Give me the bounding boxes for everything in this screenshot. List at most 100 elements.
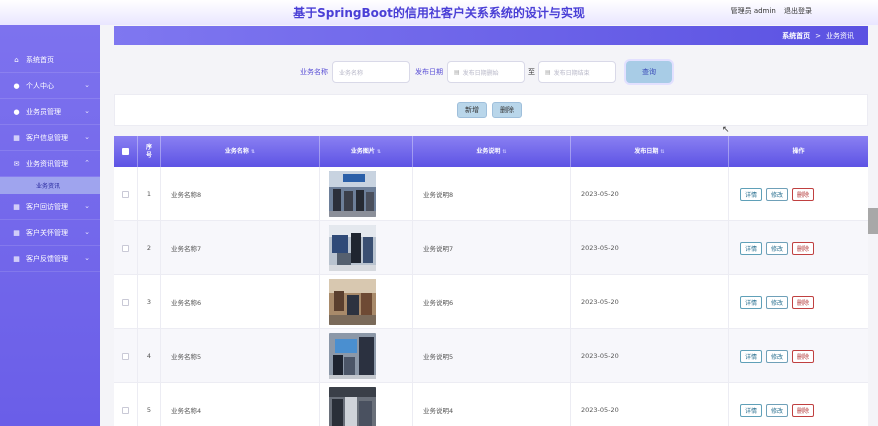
table-header: 序号 业务名称 ⇅ 业务图片 ⇅ 业务说明 ⇅ 发布日期 ⇅ 操作 [114, 136, 868, 167]
column-header-desc[interactable]: 业务说明 ⇅ [413, 136, 571, 167]
row-checkbox[interactable] [122, 352, 129, 360]
calendar-icon: ▤ [454, 68, 460, 76]
row-image-cell [320, 329, 413, 383]
sidebar-item-label: 业务员管理 [26, 107, 61, 116]
detail-button[interactable]: 详情 [740, 241, 763, 255]
sidebar-item-salesman[interactable]: ● 业务员管理 ⌄ [0, 99, 100, 125]
column-header-image[interactable]: 业务图片 ⇅ [320, 136, 413, 167]
user-label: 管理员 admin [730, 7, 776, 15]
row-name: 业务名称7 [161, 221, 320, 275]
row-checkbox[interactable] [122, 406, 129, 414]
date-label: 发布日期 [415, 68, 443, 76]
business-photo[interactable] [329, 333, 376, 379]
user-icon: ● [13, 81, 20, 90]
row-index: 2 [138, 221, 161, 275]
chevron-down-icon: ⌄ [84, 107, 90, 115]
column-header-label: 业务说明 [476, 147, 501, 155]
sidebar-item-profile[interactable]: ● 个人中心 ⌄ [0, 73, 100, 99]
delete-row-button[interactable]: 删除 [792, 349, 815, 363]
mouse-cursor-icon: ↖ [722, 125, 730, 135]
row-name: 业务名称5 [161, 329, 320, 383]
sidebar-item-label: 客户信息管理 [26, 133, 68, 142]
row-checkbox[interactable] [122, 298, 129, 306]
add-button[interactable]: 新增 [457, 102, 487, 118]
column-header-label: 业务名称 [224, 147, 249, 155]
delete-row-button[interactable]: 删除 [792, 187, 815, 201]
breadcrumb-home[interactable]: 系统首页 [782, 32, 810, 40]
name-label: 业务名称 [300, 68, 328, 76]
business-photo[interactable] [329, 171, 376, 217]
sidebar-item-business-news[interactable]: ✉ 业务资讯管理 ⌃ [0, 151, 100, 177]
business-photo[interactable] [329, 225, 376, 271]
sidebar-item-label: 客户关怀管理 [26, 228, 68, 237]
row-name: 业务名称4 [161, 383, 320, 426]
breadcrumb: 系统首页 > 业务资讯 [782, 31, 854, 41]
edit-button[interactable]: 修改 [766, 403, 789, 417]
user-area: 管理员 admin 退出登录 [731, 6, 818, 16]
row-select-cell [114, 329, 138, 383]
grid-icon: ▦ [13, 133, 20, 142]
name-search-input[interactable]: 业务名称 [332, 61, 410, 83]
business-photo[interactable] [329, 279, 376, 325]
row-desc: 业务说明6 [413, 275, 571, 329]
delete-row-button[interactable]: 删除 [792, 403, 815, 417]
date-end-input[interactable]: ▤ 发布日期结束 [538, 61, 616, 83]
date-start-input[interactable]: ▤ 发布日期删始 [447, 61, 525, 83]
date-start-placeholder: 发布日期删始 [462, 69, 499, 77]
home-icon: ⌂ [14, 55, 19, 64]
row-ops: 详情 修改 删除 [729, 275, 868, 329]
row-ops: 详情 修改 删除 [729, 221, 868, 275]
mail-icon: ✉ [13, 159, 20, 168]
column-header-name[interactable]: 业务名称 ⇅ [161, 136, 320, 167]
row-checkbox[interactable] [122, 244, 129, 252]
sidebar-subitem-business-news[interactable]: 业务资讯 [0, 177, 100, 194]
column-header-label: 业务图片 [350, 147, 375, 155]
sidebar-item-customer-info[interactable]: ▦ 客户信息管理 ⌄ [0, 125, 100, 151]
detail-button[interactable]: 详情 [740, 403, 763, 417]
sidebar: ⌂ 系统首页 ● 个人中心 ⌄ ● 业务员管理 ⌄ ▦ 客户信息管理 ⌄ ✉ 业… [0, 25, 100, 426]
edit-button[interactable]: 修改 [766, 295, 789, 309]
row-ops: 详情 修改 删除 [729, 167, 868, 221]
edit-button[interactable]: 修改 [766, 349, 789, 363]
edit-button[interactable]: 修改 [766, 241, 789, 255]
delete-row-button[interactable]: 删除 [792, 241, 815, 255]
select-all-cell [114, 136, 138, 167]
detail-button[interactable]: 详情 [740, 349, 763, 363]
table-row: 5 业务名称4 业务说明4 2023-05-20 详情 修改 删除 [114, 383, 868, 426]
row-desc: 业务说明5 [413, 329, 571, 383]
table-row: 4 业务名称5 业务说明5 2023-05-20 详情 修改 删除 [114, 329, 868, 383]
row-desc: 业务说明7 [413, 221, 571, 275]
detail-button[interactable]: 详情 [740, 187, 763, 201]
column-header-index: 序号 [138, 136, 161, 167]
query-button[interactable]: 查询 [626, 61, 672, 83]
detail-button[interactable]: 详情 [740, 295, 763, 309]
logout-link[interactable]: 退出登录 [784, 7, 812, 15]
delete-button[interactable]: 删除 [492, 102, 522, 118]
row-select-cell [114, 167, 138, 221]
row-desc: 业务说明8 [413, 167, 571, 221]
table-row: 3 业务名称6 业务说明6 2023-05-20 详情 修改 删除 [114, 275, 868, 329]
action-bar: 新增 删除 [114, 94, 868, 126]
sidebar-item-label: 客户回访管理 [26, 202, 68, 211]
chevron-down-icon: ⌄ [84, 254, 90, 262]
sort-icon: ⇅ [502, 148, 507, 155]
row-checkbox[interactable] [122, 190, 129, 198]
sidebar-item-customer-care[interactable]: ▦ 客户关怀管理 ⌄ [0, 220, 100, 246]
select-all-checkbox[interactable] [122, 148, 129, 155]
column-header-date[interactable]: 发布日期 ⇅ [571, 136, 729, 167]
scroll-handle[interactable] [868, 208, 878, 234]
sidebar-item-customer-feedback[interactable]: ▦ 客户反馈管理 ⌄ [0, 246, 100, 272]
delete-row-button[interactable]: 删除 [792, 295, 815, 309]
table-row: 1 业务名称8 业务说明8 2023-05-20 详情 修改 删除 [114, 167, 868, 221]
edit-button[interactable]: 修改 [766, 187, 789, 201]
business-photo[interactable] [329, 387, 376, 426]
breadcrumb-bar: 系统首页 > 业务资讯 [114, 26, 868, 45]
sidebar-item-label: 个人中心 [26, 81, 54, 90]
chevron-down-icon: ⌄ [84, 202, 90, 210]
sidebar-item-label: 业务资讯管理 [26, 159, 68, 168]
sidebar-item-home[interactable]: ⌂ 系统首页 [0, 47, 100, 73]
calendar-icon: ▤ [545, 68, 551, 76]
column-header-ops: 操作 [729, 136, 868, 167]
breadcrumb-separator: > [815, 32, 821, 40]
sidebar-item-customer-visit[interactable]: ▦ 客户回访管理 ⌄ [0, 194, 100, 220]
